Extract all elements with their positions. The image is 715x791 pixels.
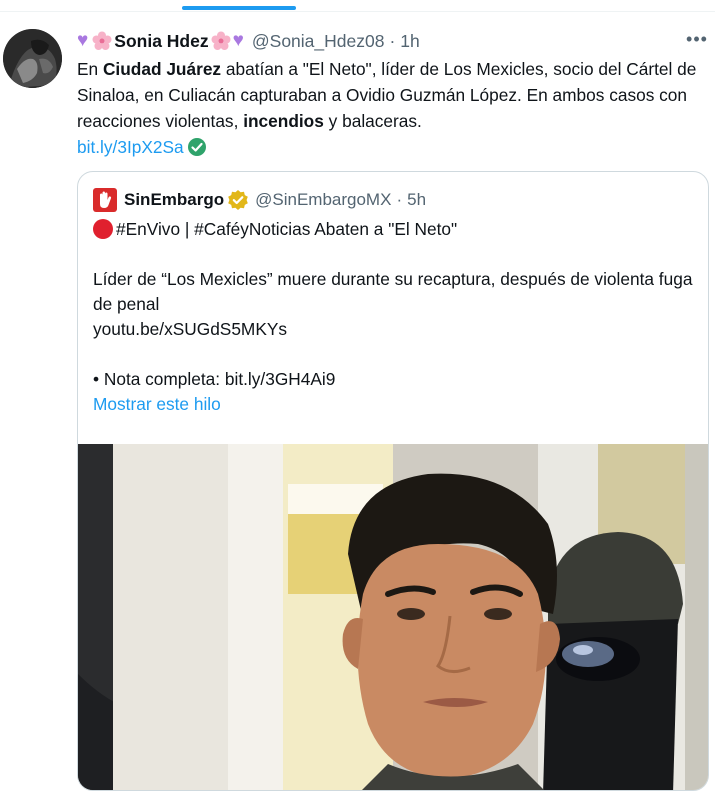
quoted-tweet[interactable]: SinEmbargo @SinEmbargoMX · 5h #EnVivo | … — [77, 171, 709, 791]
top-tab-bar — [0, 0, 715, 12]
more-icon[interactable]: ••• — [685, 29, 709, 49]
quoted-line-4: • Nota completa: bit.ly/3GH4Ai9 — [93, 369, 336, 389]
quoted-tweet-time[interactable]: 5h — [407, 190, 426, 210]
tweet-link[interactable]: bit.ly/3IpX2Sa — [77, 137, 184, 157]
tweet-bold-location: Ciudad Juárez — [102, 59, 222, 79]
tweet-text-segment: En — [77, 59, 103, 79]
quoted-line-2: Líder de “Los Mexicles” muere durante su… — [93, 269, 693, 314]
quoted-line-1: #EnVivo | #CaféyNoticias Abaten a "El Ne… — [116, 219, 458, 239]
purple-heart-icon: ♥ — [77, 30, 89, 51]
author-handle[interactable]: @Sonia_Hdez08 — [252, 31, 385, 52]
active-tab-indicator — [182, 6, 296, 10]
quoted-tweet-text: #EnVivo | #CaféyNoticias Abaten a "El Ne… — [93, 217, 693, 417]
purple-heart-icon: ♥ — [232, 30, 244, 51]
tweet[interactable]: ♥ Sonia Hdez ♥ @Sonia_Hdez08 · 1h ••• En… — [0, 13, 715, 791]
tweet-text: En Ciudad Juárez abatían a "El Neto", lí… — [77, 56, 702, 160]
quoted-link[interactable]: youtu.be/xSUGdS5MKYs — [93, 317, 693, 342]
tweet-bold-word: incendios — [243, 111, 324, 131]
red-circle-icon — [93, 219, 113, 239]
separator-dot: · — [396, 190, 403, 209]
check-circle-icon — [187, 137, 207, 157]
show-thread-link[interactable]: Mostrar este hilo — [93, 392, 693, 417]
quoted-tweet-header: SinEmbargo @SinEmbargoMX · 5h — [93, 187, 426, 213]
verified-badge-icon — [227, 189, 249, 211]
quoted-author-handle[interactable]: @SinEmbargoMX — [255, 190, 391, 210]
quoted-line: #EnVivo | #CaféyNoticias Abaten a "El Ne… — [93, 217, 693, 242]
tweet-photo[interactable] — [78, 444, 708, 790]
cherry-blossom-icon — [92, 31, 112, 51]
tweet-header: ♥ Sonia Hdez ♥ @Sonia_Hdez08 · 1h — [77, 29, 420, 53]
author-name[interactable]: Sonia Hdez — [114, 31, 208, 52]
cherry-blossom-icon — [211, 31, 231, 51]
sinembargo-logo — [93, 188, 117, 212]
quoted-author-name[interactable]: SinEmbargo — [124, 190, 224, 210]
tweet-text-segment: y balaceras. — [323, 111, 422, 131]
avatar[interactable] — [3, 29, 62, 88]
separator-dot: · — [389, 30, 396, 51]
tweet-time[interactable]: 1h — [400, 31, 419, 52]
